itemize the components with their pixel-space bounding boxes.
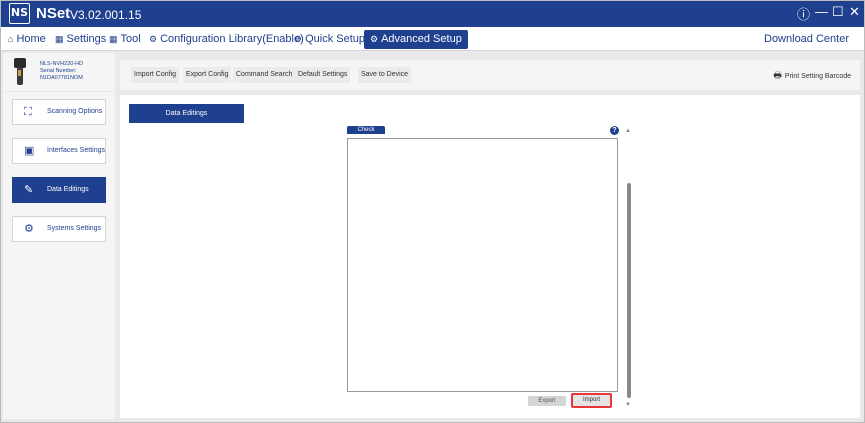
sidebar-item-interfaces-settings[interactable]: ▣ Interfaces Settings <box>12 138 106 164</box>
scrollbar-thumb[interactable] <box>627 183 631 398</box>
sidebar: ⛶ Scanning Options ▣ Interfaces Settings… <box>3 92 115 419</box>
sidebar-item-label: Interfaces Settings <box>47 147 105 154</box>
default-settings-button[interactable]: Default Settings <box>295 67 351 83</box>
device-serial-label: Serial Number: <box>40 68 77 74</box>
sidebar-item-systems-settings[interactable]: ⚙ Systems Settings <box>12 216 106 242</box>
info-icon[interactable]: ⓘ <box>797 4 810 23</box>
barcode-scanner-icon <box>14 58 26 85</box>
app-name: NSet <box>36 5 71 22</box>
grid-icon: ▦ <box>55 34 64 44</box>
menu-quick-setup[interactable]: ⚙ Quick Setup <box>294 30 365 49</box>
menu-advanced-setup[interactable]: ⚙ Advanced Setup <box>364 30 468 49</box>
data-editing-textarea[interactable] <box>347 138 618 392</box>
check-button[interactable]: Check <box>347 126 385 134</box>
scan-frame-icon: ⛶ <box>24 106 32 118</box>
download-center-link[interactable]: Download Center <box>764 33 849 45</box>
menu-settings-label: Settings <box>66 33 107 45</box>
menu-tool-label: Tool <box>120 33 141 45</box>
system-icon: ⚙ <box>24 223 34 235</box>
command-search-button[interactable]: Command Search <box>233 67 296 83</box>
device-serial-number: N1DA07781NOM <box>40 75 83 81</box>
menu-home-label: Home <box>16 33 46 45</box>
grid-icon: ▦ <box>109 34 118 44</box>
print-setting-barcode-label: Print Setting Barcode <box>784 73 851 80</box>
menu-configuration-library-label: Configuration Library(Enable) <box>160 33 304 45</box>
menu-settings[interactable]: ▦ Settings <box>55 30 106 49</box>
gear-icon: ⚙ <box>294 34 303 44</box>
export-config-button[interactable]: Export Config <box>183 67 232 83</box>
app-version: V3.02.001.15 <box>70 8 142 22</box>
toolbar: Import Config Export Config Command Sear… <box>120 60 860 90</box>
home-icon: ⌂ <box>8 34 14 44</box>
sidebar-item-data-editings[interactable]: ✎ Data Editings <box>12 177 106 203</box>
import-button[interactable]: Import <box>571 393 612 408</box>
sidebar-item-label: Data Editings <box>47 186 89 193</box>
import-config-button[interactable]: Import Config <box>131 67 180 83</box>
title-bar: NS NSet V3.02.001.15 ⓘ — ☐ ✕ <box>0 0 865 27</box>
app-logo-icon: NS <box>9 3 30 24</box>
menu-quick-setup-label: Quick Setup <box>305 33 365 45</box>
export-button[interactable]: Export <box>528 396 566 406</box>
minimize-icon[interactable]: — <box>815 4 828 19</box>
tab-data-editings[interactable]: Data Editings <box>129 104 244 123</box>
menu-configuration-library[interactable]: ⚙ Configuration Library(Enable) <box>149 30 304 49</box>
menu-advanced-setup-label: Advanced Setup <box>381 33 462 45</box>
scroll-down-icon[interactable]: ▼ <box>625 402 631 408</box>
menu-home[interactable]: ⌂ Home <box>8 30 46 49</box>
gear-wrench-icon: ⚙ <box>370 34 379 44</box>
scroll-up-icon[interactable]: ▲ <box>625 128 631 134</box>
gear-icon: ⚙ <box>149 34 158 44</box>
close-icon[interactable]: ✕ <box>849 4 860 20</box>
device-info-panel: NLS-NVH220-HD Serial Number: N1DA07781NO… <box>3 53 115 91</box>
maximize-icon[interactable]: ☐ <box>832 4 844 20</box>
menu-tool[interactable]: ▦ Tool <box>109 30 141 49</box>
sidebar-item-label: Scanning Options <box>47 108 103 115</box>
interface-icon: ▣ <box>24 145 35 157</box>
help-icon[interactable]: ? <box>610 126 619 135</box>
device-model: NLS-NVH220-HD <box>40 61 84 67</box>
save-to-device-button[interactable]: Save to Device <box>358 67 412 83</box>
menu-bar: ⌂ Home ▦ Settings ▦ Tool ⚙ Configuration Lib… <box>0 27 865 51</box>
sidebar-item-scanning-options[interactable]: ⛶ Scanning Options <box>12 99 106 125</box>
edit-icon: ✎ <box>24 184 34 196</box>
sidebar-item-label: Systems Settings <box>47 225 102 232</box>
main-content: Data Editings Check ? ▲ ▼ Export Import <box>120 95 860 418</box>
scrollbar[interactable]: ▲ ▼ <box>624 128 634 410</box>
printer-icon: 🖶 <box>773 70 782 80</box>
print-setting-barcode-button[interactable]: 🖶 Print Setting Barcode <box>773 68 851 84</box>
